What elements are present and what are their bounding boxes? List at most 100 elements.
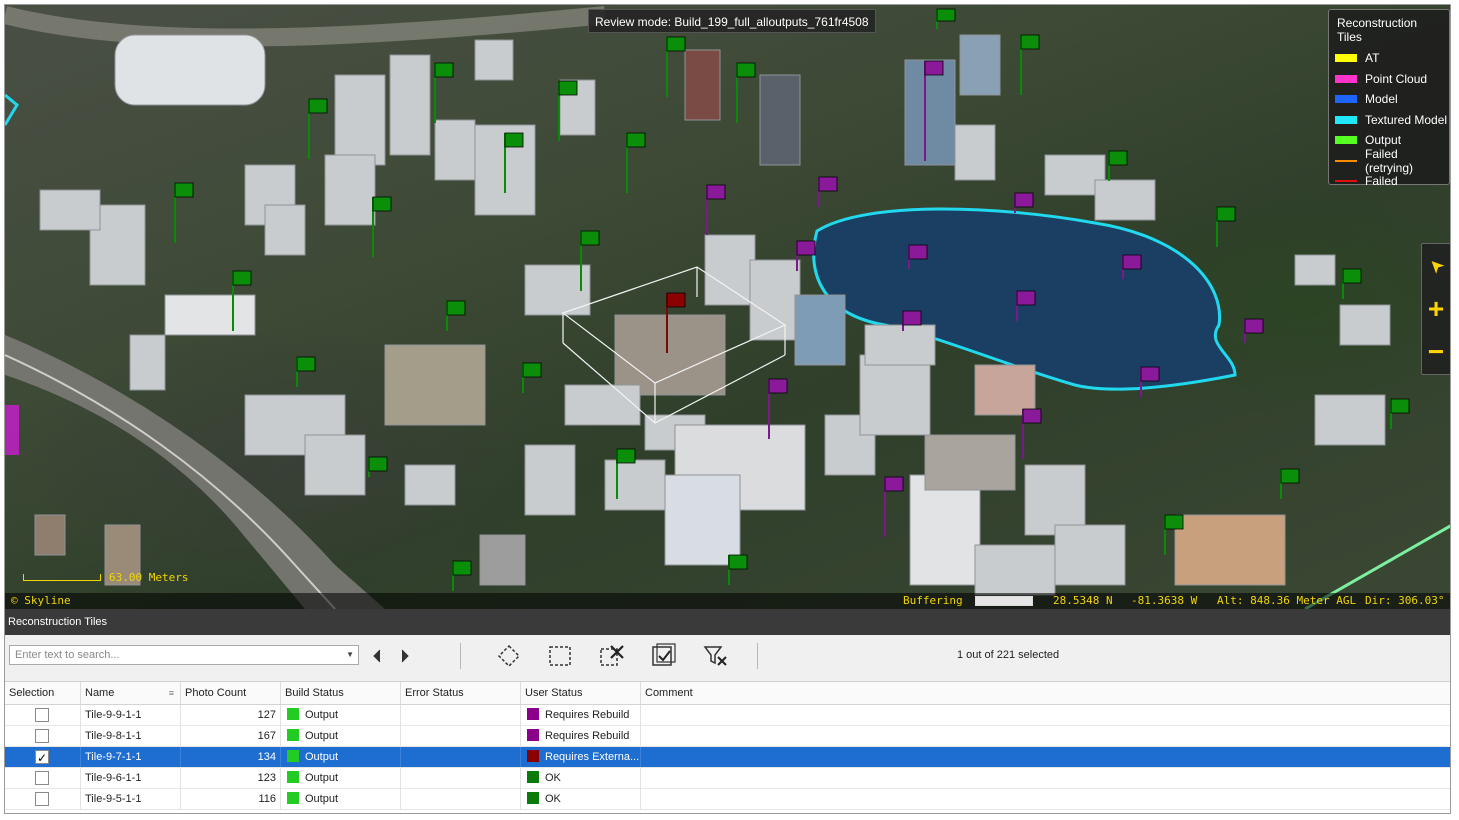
north-arrow-icon[interactable]: ➤ <box>1416 246 1450 286</box>
search-input[interactable] <box>15 649 338 661</box>
selection-cell <box>5 747 81 767</box>
column-header-error-status[interactable]: Error Status <box>401 682 521 704</box>
selection-count: 1 out of 221 selected <box>957 649 1060 661</box>
legend-swatch <box>1335 54 1357 63</box>
chevron-left-icon <box>373 649 381 663</box>
table-header: Selection Name ≡ Photo Count Build Status… <box>5 682 1450 705</box>
comment-cell[interactable] <box>641 726 1450 746</box>
next-button[interactable] <box>391 643 419 669</box>
error-status-cell <box>401 789 521 809</box>
legend-label: Model <box>1365 92 1398 107</box>
row-checkbox[interactable] <box>35 748 49 767</box>
column-header-selection[interactable]: Selection <box>5 682 81 704</box>
3d-map-view[interactable]: Review mode: Build_199_full_alloutputs_7… <box>5 5 1450 609</box>
map-status-bar: © Skyline Buffering 28.5348 N -81.3638 W… <box>5 593 1450 609</box>
column-header-user-status[interactable]: User Status <box>521 682 641 704</box>
tile-status-legend: Reconstruction Tiles AT Point Cloud Mode… <box>1328 9 1450 189</box>
legend-item-model: Model <box>1329 89 1449 110</box>
checklist-icon <box>652 643 676 666</box>
legend-line <box>1335 159 1357 162</box>
photo-count-cell: 127 <box>181 705 281 725</box>
comment-cell[interactable] <box>641 768 1450 788</box>
tiles-table: Selection Name ≡ Photo Count Build Status… <box>5 681 1450 813</box>
dropdown-arrow-icon[interactable]: ▼ <box>346 646 354 664</box>
user-status-cell[interactable]: OK <box>521 789 641 809</box>
row-checkbox[interactable] <box>35 771 49 785</box>
build-status-label: Output <box>305 793 339 805</box>
error-status-cell <box>401 768 521 788</box>
column-header-photo-count[interactable]: Photo Count <box>181 682 281 704</box>
clear-selection-icon <box>600 645 624 666</box>
tile-name-cell: Tile-9-5-1-1 <box>81 789 181 809</box>
column-header-name-label: Name <box>85 687 115 699</box>
buffering-label: Buffering <box>903 594 963 607</box>
build-status-cell: Output <box>281 705 401 725</box>
legend-line <box>1335 180 1357 183</box>
zoom-out-button[interactable]: − <box>1422 338 1450 366</box>
table-row[interactable]: Tile-9-5-1-1 116 Output OK <box>5 789 1450 810</box>
comment-cell[interactable] <box>641 747 1450 767</box>
user-status-cell[interactable]: OK <box>521 768 641 788</box>
comment-cell[interactable] <box>641 705 1450 725</box>
table-body: Tile-9-9-1-1 127 Output Requires Rebuild Til… <box>5 705 1450 810</box>
build-status-color-icon <box>287 708 299 720</box>
copyright-text: © Skyline <box>11 594 71 607</box>
build-status-label: Output <box>305 751 339 763</box>
error-status-cell <box>401 726 521 746</box>
table-row[interactable]: Tile-9-8-1-1 167 Output Requires Rebuild <box>5 726 1450 747</box>
column-header-build-status[interactable]: Build Status <box>281 682 401 704</box>
table-row[interactable]: Tile-9-9-1-1 127 Output Requires Rebuild <box>5 705 1450 726</box>
column-header-name[interactable]: Name ≡ <box>81 682 181 704</box>
row-checkbox[interactable] <box>35 792 49 806</box>
filter-icon[interactable]: ≡ <box>169 682 174 705</box>
select-rectangle-button[interactable] <box>546 643 574 669</box>
select-polygon-button[interactable] <box>495 643 523 669</box>
clear-filter-button[interactable] <box>702 643 730 669</box>
legend-label: Textured Model <box>1365 112 1448 127</box>
zoom-in-button[interactable]: + <box>1422 294 1450 323</box>
build-status-color-icon <box>287 729 299 741</box>
legend-item-failed-retrying: Failed (retrying) <box>1329 147 1449 175</box>
legend-swatch <box>1335 115 1357 124</box>
user-status-label: Requires Externa... <box>545 751 640 763</box>
build-status-label: Output <box>305 772 339 784</box>
photo-count-cell: 123 <box>181 768 281 788</box>
map-scene <box>5 6 1450 609</box>
legend-label: Failed (retrying) <box>1365 146 1414 175</box>
longitude-readout: -81.3638 W <box>1131 594 1198 607</box>
build-status-cell: Output <box>281 768 401 788</box>
select-checked-button[interactable] <box>650 643 678 669</box>
user-status-label: OK <box>545 772 561 784</box>
toolbar-separator <box>757 643 758 669</box>
build-status-label: Output <box>305 709 339 721</box>
error-status-cell <box>401 747 521 767</box>
filter-clear-icon <box>703 646 727 666</box>
search-combo[interactable]: ▼ <box>9 645 359 665</box>
table-row[interactable]: Tile-9-7-1-1134 Output Requires Externa... <box>5 747 1450 768</box>
chevron-right-icon <box>401 649 409 663</box>
legend-swatch <box>1335 95 1357 104</box>
row-checkbox[interactable] <box>35 729 49 743</box>
polygon-select-icon <box>497 644 521 668</box>
map-navigation-controls: ➤ + − <box>1421 243 1450 375</box>
previous-button[interactable] <box>363 643 391 669</box>
user-status-color-icon <box>527 792 539 804</box>
latitude-readout: 28.5348 N <box>1053 594 1113 607</box>
comment-cell[interactable] <box>641 789 1450 809</box>
legend-label: Output <box>1365 133 1402 148</box>
legend-label: Failed <box>1365 174 1398 189</box>
build-status-color-icon <box>287 792 299 804</box>
app-window: Review mode: Build_199_full_alloutputs_7… <box>4 4 1451 814</box>
user-status-cell[interactable]: Requires Rebuild <box>521 705 641 725</box>
legend-swatch <box>1335 74 1357 83</box>
user-status-cell[interactable]: Requires Externa... <box>521 747 641 767</box>
clear-selection-button[interactable] <box>598 643 626 669</box>
table-row[interactable]: Tile-9-6-1-1 123 Output OK <box>5 768 1450 789</box>
column-header-comment[interactable]: Comment <box>641 682 1450 704</box>
row-checkbox[interactable] <box>35 708 49 722</box>
user-status-color-icon <box>527 708 539 720</box>
user-status-label: Requires Rebuild <box>545 709 630 721</box>
panel-title: Reconstruction Tiles <box>5 609 1450 635</box>
build-status-cell: Output <box>281 747 401 767</box>
user-status-cell[interactable]: Requires Rebuild <box>521 726 641 746</box>
